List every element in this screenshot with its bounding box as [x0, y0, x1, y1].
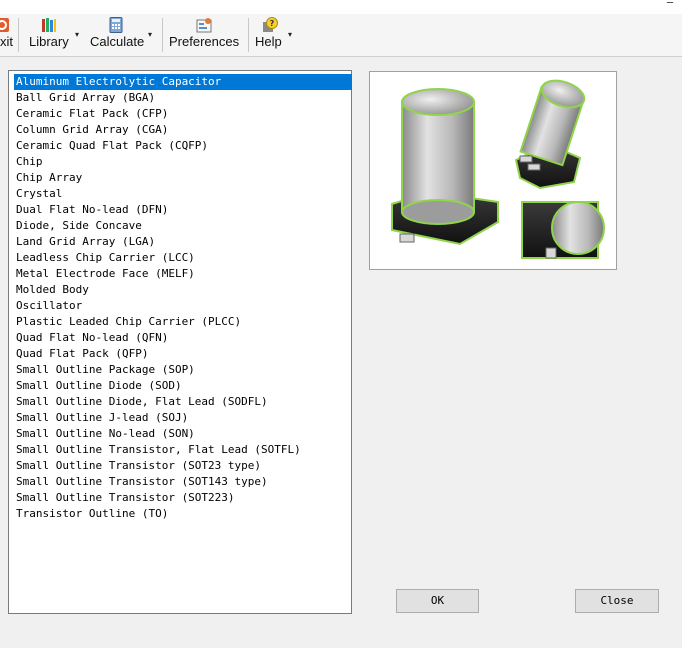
- calculate-label: Calculate: [90, 34, 145, 49]
- bottom-view-capacitor: [521, 201, 605, 259]
- ok-button[interactable]: OK: [396, 589, 479, 613]
- list-item[interactable]: Small Outline Diode (SOD): [14, 378, 352, 394]
- toolbar-separator: [248, 18, 249, 52]
- list-item[interactable]: Ball Grid Array (BGA): [14, 90, 352, 106]
- package-preview-image: [369, 71, 617, 270]
- exit-label: xit: [0, 34, 13, 49]
- list-item[interactable]: Small Outline Transistor (SOT143 type): [14, 474, 352, 490]
- list-item[interactable]: Dual Flat No-lead (DFN): [14, 202, 352, 218]
- library-label: Library: [29, 34, 69, 49]
- list-item[interactable]: Chip: [14, 154, 352, 170]
- help-label: Help: [255, 34, 282, 49]
- list-item[interactable]: Leadless Chip Carrier (LCC): [14, 250, 352, 266]
- list-item[interactable]: Chip Array: [14, 170, 352, 186]
- list-item[interactable]: Ceramic Flat Pack (CFP): [14, 106, 352, 122]
- list-item[interactable]: Small Outline Package (SOP): [14, 362, 352, 378]
- list-item[interactable]: Diode, Side Concave: [14, 218, 352, 234]
- list-item[interactable]: Molded Body: [14, 282, 352, 298]
- list-item[interactable]: Quad Flat No-lead (QFN): [14, 330, 352, 346]
- list-item[interactable]: Oscillator: [14, 298, 352, 314]
- list-item[interactable]: Quad Flat Pack (QFP): [14, 346, 352, 362]
- chevron-down-icon[interactable]: ▾: [148, 30, 152, 39]
- list-item[interactable]: Small Outline Transistor (SOT23 type): [14, 458, 352, 474]
- list-item[interactable]: Transistor Outline (TO): [14, 506, 352, 522]
- capacitor-illustration: [391, 79, 605, 259]
- toolbar: xit Library ▾ Calculate ▾ Preferences ? …: [0, 14, 682, 57]
- list-item[interactable]: Ceramic Quad Flat Pack (CQFP): [14, 138, 352, 154]
- list-item[interactable]: Crystal: [14, 186, 352, 202]
- list-item[interactable]: Small Outline Diode, Flat Lead (SODFL): [14, 394, 352, 410]
- preferences-button[interactable]: Preferences: [168, 14, 240, 56]
- close-button[interactable]: Close: [575, 589, 659, 613]
- minimize-icon[interactable]: ─: [667, 0, 677, 10]
- preferences-label: Preferences: [169, 34, 240, 49]
- large-capacitor: [391, 88, 499, 246]
- toolbar-separator: [162, 18, 163, 52]
- library-books-icon: [42, 18, 56, 32]
- title-bar-strip: ─: [0, 0, 682, 14]
- package-type-list[interactable]: Aluminum Electrolytic Capacitor Ball Grid…: [8, 70, 352, 614]
- svg-text:?: ?: [270, 19, 275, 28]
- list-item[interactable]: Small Outline J-lead (SOJ): [14, 410, 352, 426]
- help-button[interactable]: ? Help ▾: [254, 14, 298, 56]
- list-item[interactable]: Metal Electrode Face (MELF): [14, 266, 352, 282]
- list-item[interactable]: Plastic Leaded Chip Carrier (PLCC): [14, 314, 352, 330]
- preferences-icon: [196, 18, 212, 33]
- calculator-icon: [109, 17, 123, 33]
- toolbar-separator: [18, 18, 19, 52]
- exit-icon: [0, 18, 9, 32]
- list-item[interactable]: Small Outline Transistor (SOT223): [14, 490, 352, 506]
- list-item[interactable]: Aluminum Electrolytic Capacitor: [14, 74, 352, 90]
- chevron-down-icon[interactable]: ▾: [288, 30, 292, 39]
- list-item[interactable]: Small Outline Transistor, Flat Lead (SOT…: [14, 442, 352, 458]
- help-icon: ?: [263, 17, 278, 32]
- exit-button[interactable]: xit: [0, 14, 16, 56]
- list-item[interactable]: Column Grid Array (CGA): [14, 122, 352, 138]
- library-button[interactable]: Library ▾: [24, 14, 82, 56]
- tilted-capacitor: [514, 79, 586, 190]
- chevron-down-icon[interactable]: ▾: [75, 30, 79, 39]
- calculate-button[interactable]: Calculate ▾: [88, 14, 158, 56]
- list-item[interactable]: Land Grid Array (LGA): [14, 234, 352, 250]
- list-item[interactable]: Small Outline No-lead (SON): [14, 426, 352, 442]
